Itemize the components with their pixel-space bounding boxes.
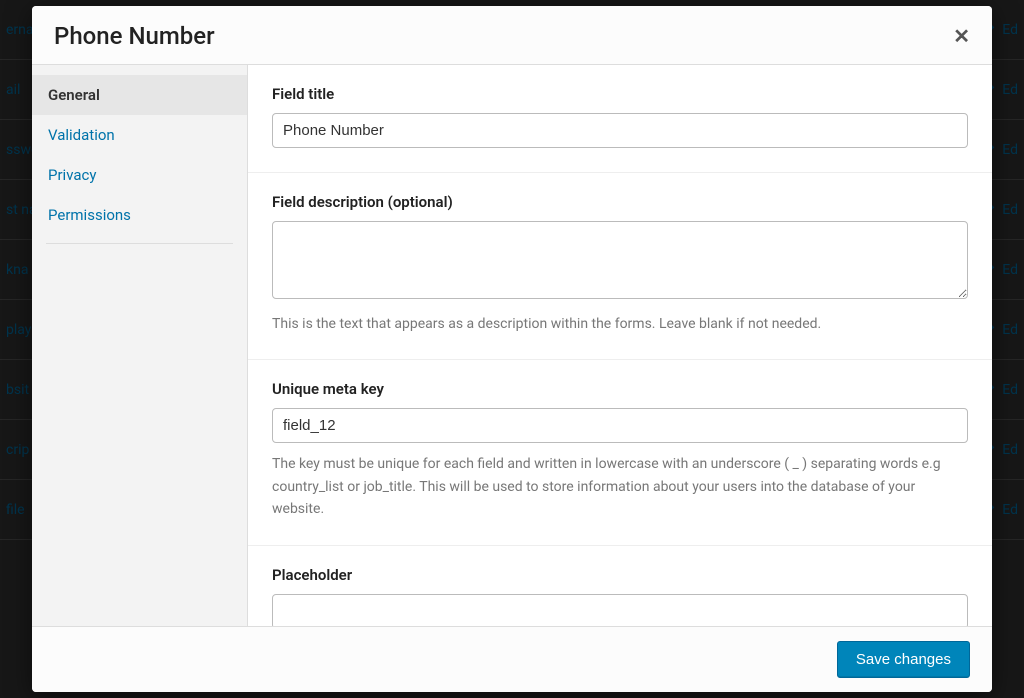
save-button[interactable]: Save changes bbox=[837, 641, 970, 678]
sidebar-item-permissions[interactable]: Permissions bbox=[32, 195, 247, 235]
field-description-section: Field description (optional) This is the… bbox=[248, 173, 992, 360]
meta-key-help: The key must be unique for each field an… bbox=[272, 453, 968, 520]
settings-content: Field title Field description (optional)… bbox=[248, 65, 992, 626]
meta-key-section: Unique meta key The key must be unique f… bbox=[248, 360, 992, 545]
sidebar-item-label: General bbox=[48, 86, 100, 104]
sidebar-item-label: Privacy bbox=[48, 166, 96, 184]
field-description-textarea[interactable] bbox=[272, 221, 968, 299]
sidebar-item-validation[interactable]: Validation bbox=[32, 115, 247, 155]
field-description-label: Field description (optional) bbox=[272, 193, 968, 211]
close-icon[interactable]: ✕ bbox=[953, 24, 970, 48]
field-title-section: Field title bbox=[248, 65, 992, 173]
sidebar-item-privacy[interactable]: Privacy bbox=[32, 155, 247, 195]
meta-key-label: Unique meta key bbox=[272, 380, 968, 398]
field-title-label: Field title bbox=[272, 85, 968, 103]
placeholder-input[interactable] bbox=[272, 594, 968, 626]
modal-body: General Validation Privacy Permissions F… bbox=[32, 65, 992, 626]
modal-header: Phone Number ✕ bbox=[32, 6, 992, 65]
field-title-input[interactable] bbox=[272, 113, 968, 148]
sidebar-item-label: Permissions bbox=[48, 206, 131, 224]
modal-title: Phone Number bbox=[54, 22, 215, 50]
sidebar-item-general[interactable]: General bbox=[32, 75, 247, 115]
field-editor-modal: Phone Number ✕ General Validation Privac… bbox=[32, 6, 992, 692]
field-description-help: This is the text that appears as a descr… bbox=[272, 313, 968, 335]
settings-sidebar: General Validation Privacy Permissions bbox=[32, 65, 248, 626]
placeholder-label: Placeholder bbox=[272, 566, 968, 584]
sidebar-divider bbox=[46, 243, 233, 244]
sidebar-item-label: Validation bbox=[48, 126, 115, 144]
modal-footer: Save changes bbox=[32, 626, 992, 692]
meta-key-input[interactable] bbox=[272, 408, 968, 443]
placeholder-section: Placeholder bbox=[248, 546, 992, 626]
